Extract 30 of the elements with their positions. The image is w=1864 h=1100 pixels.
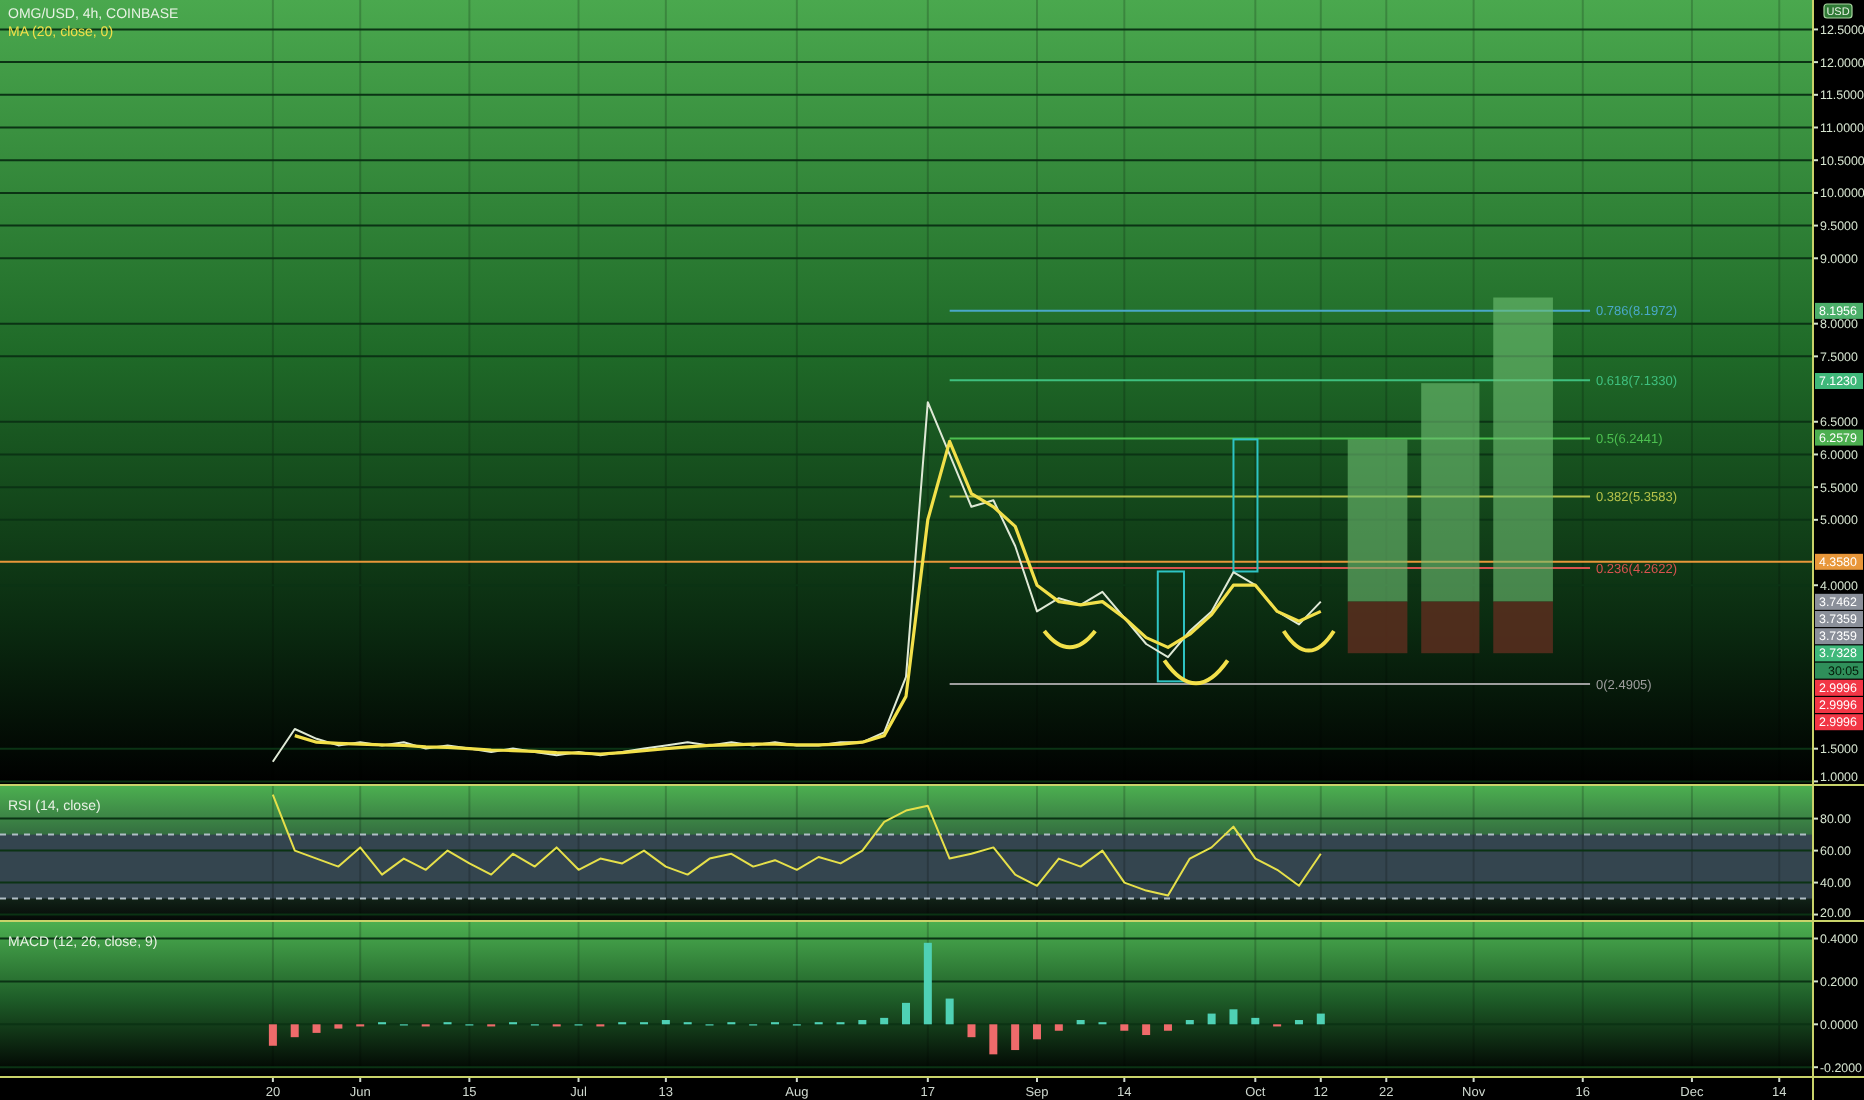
histogram-bar	[902, 1002, 910, 1025]
histogram-bar	[1207, 1013, 1216, 1025]
histogram-bar	[1054, 1024, 1063, 1031]
histogram-bar	[1011, 1024, 1020, 1051]
histogram-bar	[1142, 1024, 1151, 1036]
histogram-bar	[1164, 1024, 1172, 1031]
histogram-bar	[1033, 1024, 1041, 1040]
histogram-bar	[1294, 1020, 1303, 1025]
histogram-bar	[967, 1024, 976, 1038]
histogram-bar	[268, 1024, 277, 1046]
histogram-bar	[334, 1024, 343, 1029]
histogram-bar	[858, 1020, 867, 1025]
range-rectangle	[1156, 570, 1185, 683]
histogram-bar	[1076, 1020, 1085, 1025]
histogram-bar	[945, 998, 954, 1025]
histogram-bar	[923, 942, 932, 1025]
range-rectangle	[1232, 438, 1259, 573]
histogram-bar	[880, 1017, 889, 1025]
histogram-bar	[312, 1024, 321, 1033]
histogram-bar	[1120, 1024, 1129, 1031]
histogram-bar	[661, 1020, 670, 1025]
curve-drawing	[1282, 629, 1336, 653]
curve-drawing	[1162, 659, 1230, 686]
histogram-bar	[1185, 1020, 1194, 1025]
curve-drawing	[1042, 629, 1097, 650]
histogram-bar	[989, 1024, 998, 1055]
histogram-bar	[290, 1024, 299, 1038]
histogram-bar	[1251, 1017, 1260, 1025]
histogram-bar	[1229, 1009, 1238, 1025]
histogram-bar	[1316, 1013, 1325, 1025]
